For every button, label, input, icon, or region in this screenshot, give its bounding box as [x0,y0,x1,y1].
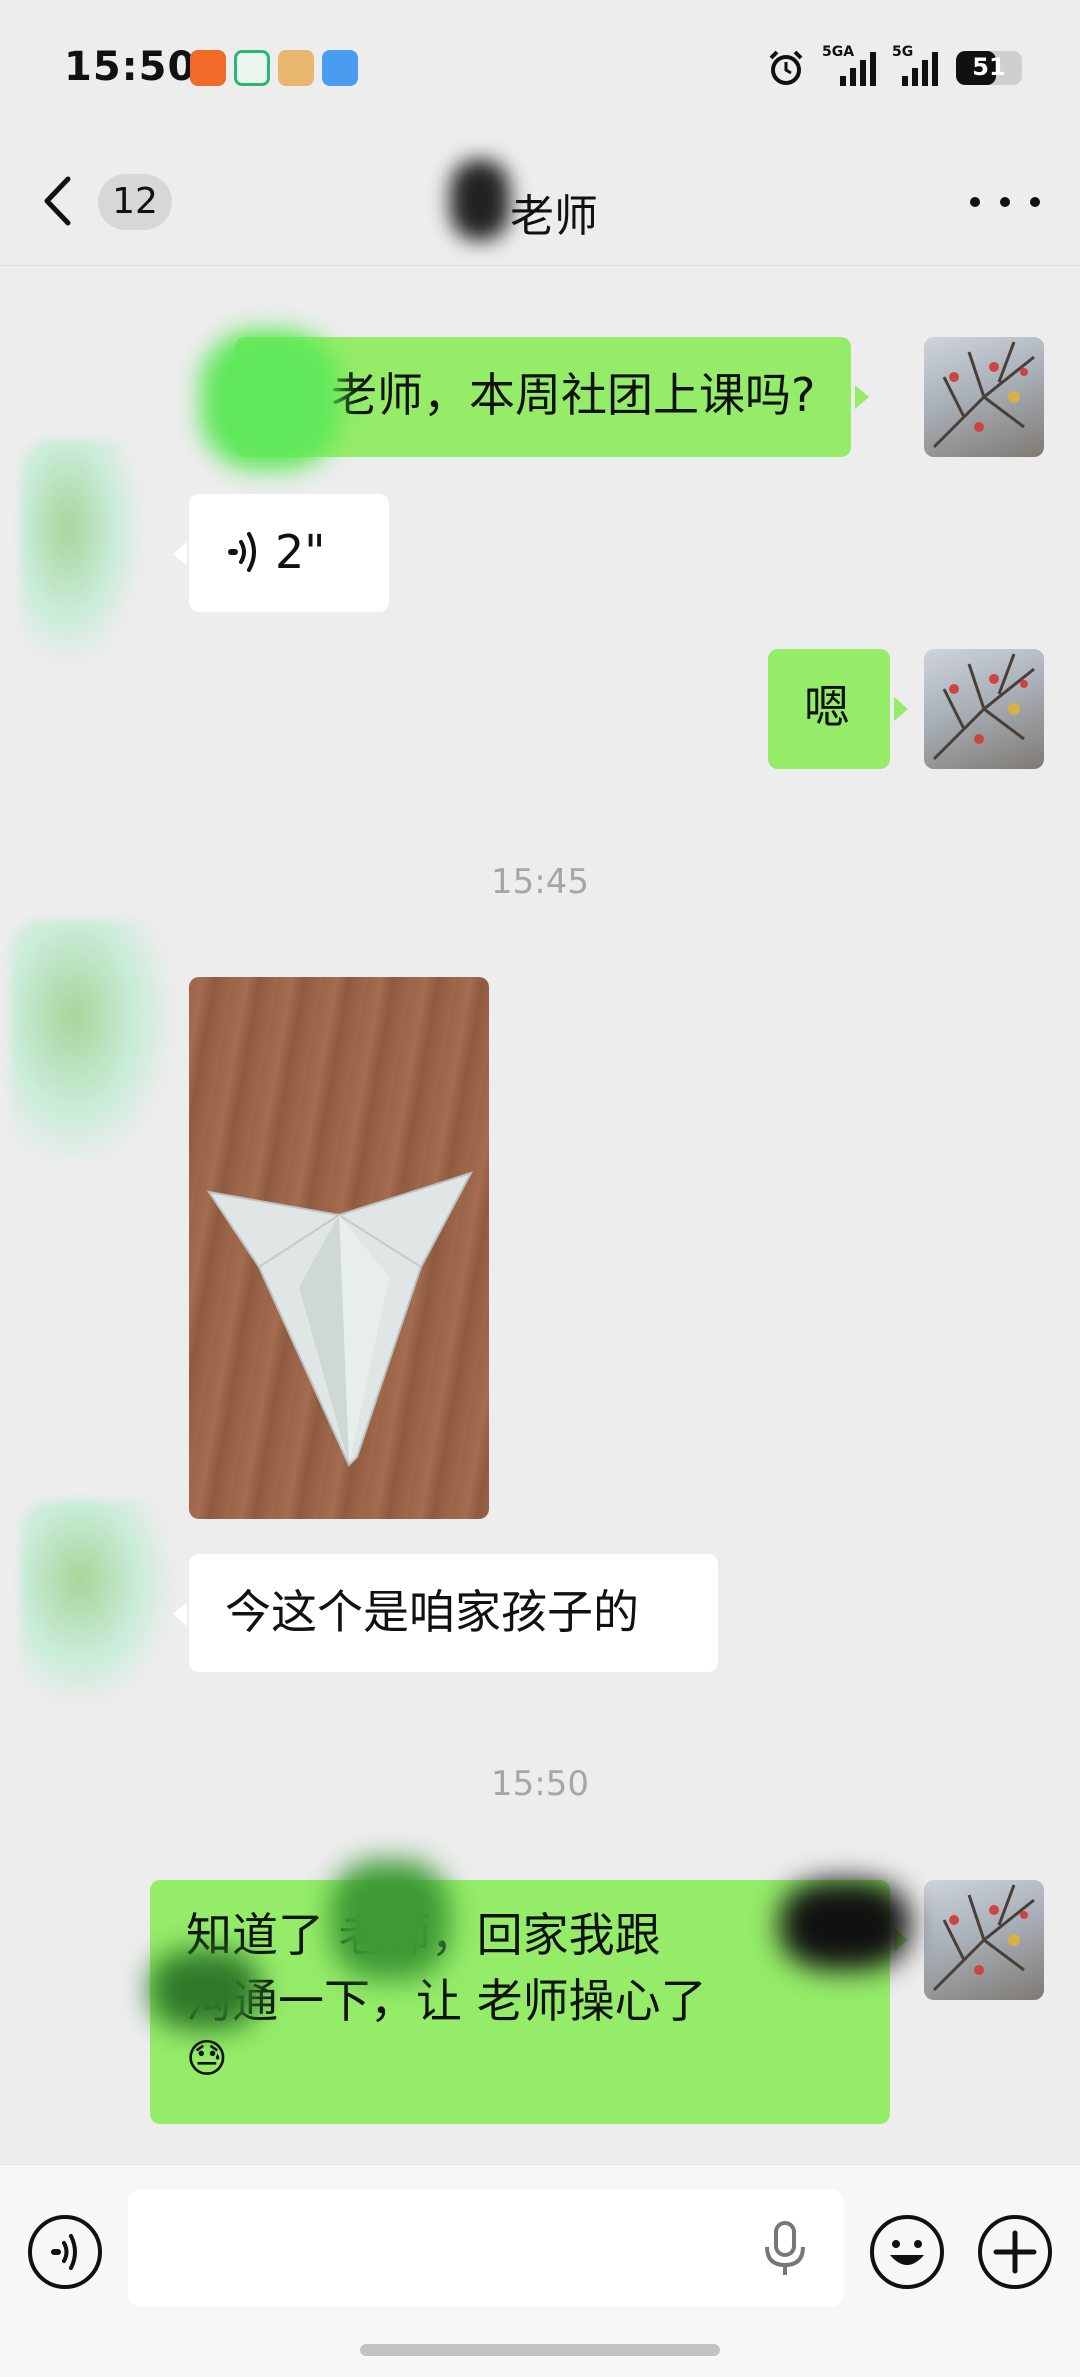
status-time: 15:50 [64,44,197,90]
dot-icon [1000,197,1010,207]
weather-app-icon [322,50,358,86]
self-avatar[interactable] [924,337,1044,457]
timestamp-divider: 15:50 [491,1764,589,1804]
alarm-icon [769,50,803,85]
dot-icon [1030,197,1040,207]
message-text: 今这个是咱家孩子的 [225,1585,639,1639]
game-app-icon [278,50,314,86]
green-app-icon [234,50,270,86]
more-options-button[interactable] [970,182,1040,222]
tree-branch-icon [932,1884,1035,1992]
redaction-mark [330,1860,450,1980]
notification-icons [190,50,358,86]
signal-5ga-label: 5GA [822,44,855,60]
message-text: 嗯 [804,680,850,734]
tree-branch-icon [932,341,1035,449]
home-indicator[interactable] [360,2344,720,2356]
dot-icon [970,197,980,207]
microphone-icon[interactable] [762,2221,808,2277]
add-attachment-button[interactable] [978,2215,1052,2289]
sogou-app-icon [190,50,226,86]
self-avatar[interactable] [924,649,1044,769]
timestamp-divider: 15:45 [491,862,589,902]
chat-title: 老师 [510,191,598,242]
smiley-icon [890,2240,924,2265]
message-text-line-2: 沟通一下，让 老师操心了 [186,1974,707,2028]
message-text: 老师，本周社团上课吗? [331,368,816,422]
contact-avatar[interactable] [20,440,140,660]
message-input[interactable] [128,2189,844,2307]
contact-avatar[interactable] [20,1500,170,1700]
message-bubble-self[interactable]: 知道了 老师，回家我跟 沟通一下，让 老师操心了 😓 [150,1880,908,2124]
tree-branch-icon [932,653,1035,761]
message-text-line-1: 知道了 老师，回家我跟 [186,1908,661,1962]
battery-level: 51 [972,53,1006,81]
redaction-mark [200,330,340,470]
emoji-icon: 😓 [186,2036,228,2082]
message-bubble-self[interactable]: 嗯 [768,649,908,769]
voice-message-bubble[interactable]: 2" [173,494,389,612]
signal-5g-icon: 5G [892,44,938,86]
paper-airplane-icon [206,1171,474,1467]
redaction-mark [780,1880,910,1970]
redaction-mark [150,1950,260,2030]
voice-wave-icon [228,532,256,572]
contact-avatar[interactable] [10,920,170,1160]
image-message-paper-airplane[interactable] [189,977,489,1519]
voice-duration: 2" [275,525,326,579]
chat-header: 12 老师 [0,140,1080,266]
self-avatar[interactable] [924,1880,1044,2000]
battery-icon: 51 [956,51,1022,85]
signal-5ga-icon: 5GA [822,44,876,86]
status-bar: 15:50 5GA 5G 51 [0,0,1080,140]
voice-wave-icon [51,2234,77,2270]
voice-input-toggle-button[interactable] [28,2215,102,2289]
signal-5g-label: 5G [892,44,914,60]
emoji-button[interactable] [870,2215,944,2289]
redaction-mark [450,160,510,240]
plus-icon [993,2230,1037,2274]
status-right: 5GA 5G 51 [766,44,1022,88]
message-bubble-other[interactable]: 今这个是咱家孩子的 [173,1554,718,1672]
